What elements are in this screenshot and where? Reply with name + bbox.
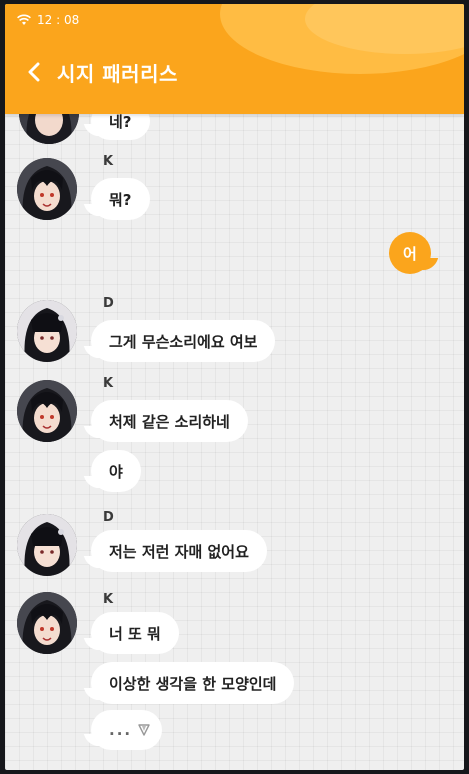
device-frame: 12 : 08 시지 패러리스 네? K 뭐? 어 D 그게 무슨소리에요 여보… <box>0 0 469 774</box>
my-message-bubble: 어 <box>389 232 431 274</box>
status-bar: 12 : 08 <box>17 12 79 28</box>
sender-name: K <box>103 376 114 391</box>
message-text: 뭐? <box>109 190 132 209</box>
message-text: 저는 저런 자매 없어요 <box>109 542 249 561</box>
sender-name: D <box>103 510 114 525</box>
avatar-k[interactable] <box>17 380 77 442</box>
sender-name: K <box>103 592 114 607</box>
chevron-left-icon <box>28 62 40 82</box>
avatar-k[interactable] <box>17 592 77 654</box>
chat-title: 시지 패러리스 <box>57 62 178 86</box>
message-bubble: 뭐? <box>91 178 150 220</box>
message-bubble: 야 <box>91 450 141 492</box>
message-bubble: 이상한 생각을 한 모양인데 <box>91 662 295 704</box>
message-bubble: 저는 저런 자매 없어요 <box>91 530 267 572</box>
avatar-d[interactable] <box>17 514 77 576</box>
status-time: 12 : 08 <box>37 13 80 27</box>
wifi-icon <box>17 14 31 25</box>
message-bubble: 처제 같은 소리하네 <box>91 400 248 442</box>
next-arrow-icon <box>138 724 150 736</box>
avatar-k[interactable] <box>17 158 77 220</box>
sender-name: K <box>103 154 114 169</box>
message-text: ... <box>109 721 133 739</box>
back-button[interactable] <box>23 60 45 84</box>
chat-screen: 12 : 08 시지 패러리스 네? K 뭐? 어 D 그게 무슨소리에요 여보… <box>5 4 464 770</box>
message-text: 어 <box>403 244 417 263</box>
message-bubble: 너 또 뭐 <box>91 612 179 654</box>
typing-bubble[interactable]: ... <box>91 710 163 750</box>
message-text: 이상한 생각을 한 모양인데 <box>109 674 277 693</box>
avatar-d[interactable] <box>17 300 77 362</box>
sender-name: D <box>103 296 114 311</box>
message-bubble: 그게 무슨소리에요 여보 <box>91 320 276 362</box>
message-text: 너 또 뭐 <box>109 624 161 643</box>
message-text: 처제 같은 소리하네 <box>109 412 230 431</box>
message-text: 그게 무슨소리에요 여보 <box>109 332 258 351</box>
chat-header: 12 : 08 시지 패러리스 <box>5 4 464 114</box>
message-text: 야 <box>109 462 123 481</box>
